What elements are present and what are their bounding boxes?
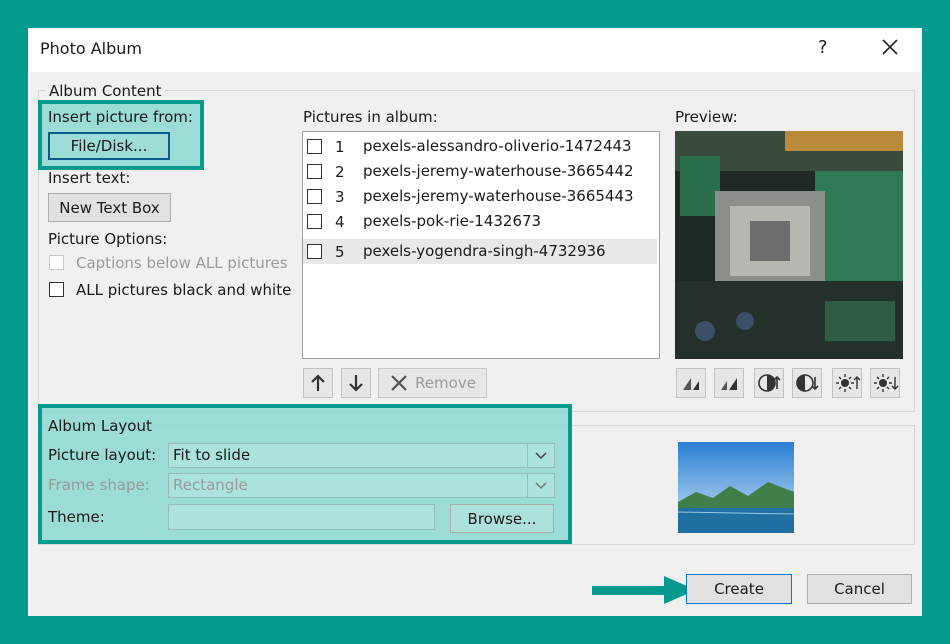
album-content-label: Album Content [46, 82, 165, 100]
brightness-down-button[interactable] [870, 368, 900, 398]
cancel-label: Cancel [834, 580, 885, 598]
frame-shape-select[interactable]: Rectangle [168, 473, 555, 498]
arrow-down-icon [349, 375, 363, 392]
preview-label: Preview: [675, 108, 738, 126]
theme-input[interactable] [168, 504, 435, 530]
picture-number: 5 [335, 243, 345, 261]
list-item[interactable]: 4 pexels-pok-rie-1432673 [303, 209, 657, 234]
file-disk-label: File/Disk... [70, 137, 148, 155]
picture-name: pexels-alessandro-oliverio-1472443 [363, 137, 632, 155]
picture-number: 2 [335, 163, 345, 181]
move-up-button[interactable] [303, 368, 333, 398]
theme-label: Theme: [48, 508, 105, 526]
black-white-checkbox[interactable] [49, 282, 64, 297]
new-text-box-label: New Text Box [59, 198, 160, 217]
close-icon[interactable] [880, 37, 900, 57]
chevron-down-icon [535, 482, 547, 490]
black-white-label: ALL pictures black and white [76, 281, 292, 299]
list-item[interactable]: 3 pexels-jeremy-waterhouse-3665443 [303, 184, 657, 209]
picture-checkbox[interactable] [307, 189, 322, 204]
picture-name: pexels-pok-rie-1432673 [363, 212, 542, 230]
picture-name: pexels-jeremy-waterhouse-3665442 [363, 162, 634, 180]
album-layout-label: Album Layout [48, 417, 152, 435]
brightness-up-button[interactable] [832, 368, 862, 398]
preview-image [675, 131, 903, 359]
chevron-down-icon [535, 452, 547, 460]
picture-layout-select[interactable]: Fit to slide [168, 443, 555, 468]
insert-text-label: Insert text: [48, 169, 131, 187]
title-bar: Photo Album ? [28, 28, 922, 72]
picture-checkbox[interactable] [307, 244, 322, 259]
picture-layout-dropdown[interactable] [527, 444, 554, 467]
photo-album-dialog: Photo Album ? Album Content Insert pictu… [28, 28, 922, 616]
picture-options-label: Picture Options: [48, 230, 168, 248]
rotate-right-button[interactable] [714, 368, 744, 398]
picture-layout-label: Picture layout: [48, 446, 157, 464]
picture-number: 1 [335, 138, 345, 156]
create-button[interactable]: Create [686, 574, 792, 604]
frame-shape-label: Frame shape: [48, 476, 150, 494]
rotate-left-icon [683, 378, 699, 390]
dialog-title: Photo Album [40, 39, 142, 58]
pictures-listbox[interactable]: 1 pexels-alessandro-oliverio-1472443 2 p… [302, 131, 660, 359]
file-disk-button[interactable]: File/Disk... [48, 132, 170, 160]
contrast-down-icon [796, 374, 819, 392]
browse-button[interactable]: Browse... [450, 504, 554, 533]
browse-label: Browse... [467, 509, 537, 528]
list-item[interactable]: 1 pexels-alessandro-oliverio-1472443 [303, 134, 657, 159]
layout-preview-image [678, 442, 794, 533]
contrast-up-button[interactable] [754, 368, 784, 398]
picture-checkbox[interactable] [307, 214, 322, 229]
brightness-up-icon [836, 374, 861, 392]
remove-button[interactable]: Remove [378, 368, 487, 398]
picture-name: pexels-yogendra-singh-4732936 [363, 242, 606, 260]
captions-checkbox[interactable] [49, 255, 64, 270]
move-down-button[interactable] [341, 368, 371, 398]
remove-label: Remove [415, 374, 476, 392]
list-item[interactable]: 2 pexels-jeremy-waterhouse-3665442 [303, 159, 657, 184]
cancel-button[interactable]: Cancel [807, 574, 912, 604]
contrast-up-icon [758, 374, 781, 392]
create-label: Create [714, 580, 764, 598]
picture-name: pexels-jeremy-waterhouse-3665443 [363, 187, 634, 205]
rotate-right-icon [721, 378, 737, 390]
help-icon[interactable]: ? [818, 37, 828, 58]
contrast-down-button[interactable] [792, 368, 822, 398]
rotate-left-button[interactable] [676, 368, 706, 398]
picture-checkbox[interactable] [307, 139, 322, 154]
picture-number: 3 [335, 188, 345, 206]
picture-checkbox[interactable] [307, 164, 322, 179]
frame-shape-value: Rectangle [173, 476, 248, 494]
pictures-in-album-label: Pictures in album: [303, 108, 438, 126]
insert-picture-label: Insert picture from: [48, 108, 193, 126]
new-text-box-button[interactable]: New Text Box [48, 193, 171, 222]
picture-number: 4 [335, 213, 345, 231]
remove-x-icon [391, 375, 407, 391]
list-item-selected[interactable]: 5 pexels-yogendra-singh-4732936 [303, 239, 657, 264]
picture-layout-value: Fit to slide [173, 446, 251, 464]
frame-shape-dropdown[interactable] [527, 474, 554, 497]
captions-label: Captions below ALL pictures [76, 254, 288, 272]
arrow-up-icon [311, 374, 325, 391]
brightness-down-icon [874, 374, 899, 392]
